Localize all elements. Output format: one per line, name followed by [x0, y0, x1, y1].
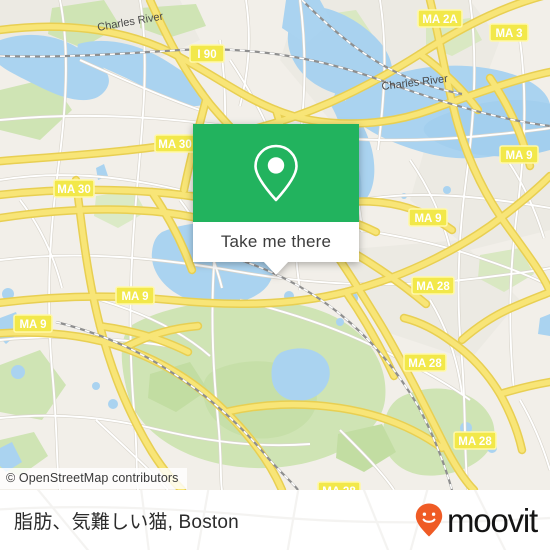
location-pin-icon	[254, 144, 298, 202]
svg-text:MA 9: MA 9	[505, 150, 532, 162]
route-shield: MA 9	[115, 286, 155, 305]
svg-text:MA 30: MA 30	[57, 184, 90, 196]
route-shield: MA 28	[317, 481, 361, 490]
location-title: 脂肪、気難しい猫, Boston	[14, 511, 239, 533]
moovit-smiley-pin-icon	[415, 503, 443, 537]
svg-text:MA 28: MA 28	[458, 436, 492, 448]
svg-text:MA 28: MA 28	[416, 281, 450, 293]
osm-attribution: © OpenStreetMap contributors	[0, 468, 187, 489]
svg-text:MA 9: MA 9	[19, 319, 46, 331]
route-shield: MA 9	[13, 314, 53, 333]
route-shield: MA 2A	[417, 9, 463, 28]
callout-icon-area	[193, 124, 359, 222]
callout-action-area[interactable]: Take me there	[193, 222, 359, 262]
route-shield: MA 3	[489, 23, 529, 42]
route-shield: MA 9	[499, 145, 539, 164]
take-me-there-callout[interactable]: Take me there	[193, 124, 359, 275]
svg-text:MA 30: MA 30	[158, 139, 191, 151]
take-me-there-label: Take me there	[220, 232, 332, 251]
svg-text:I 90: I 90	[197, 49, 216, 61]
svg-text:MA 9: MA 9	[414, 213, 441, 225]
route-shield: MA 30	[154, 134, 196, 153]
route-shield: MA 28	[453, 431, 497, 450]
moovit-brand[interactable]: moovit	[414, 490, 538, 550]
svg-text:MA 28: MA 28	[408, 358, 442, 370]
svg-text:MA 9: MA 9	[121, 291, 148, 303]
route-shield: MA 30	[53, 179, 95, 198]
footer-bar: 脂肪、気難しい猫, Boston moovit	[0, 490, 550, 550]
route-shield: MA 28	[411, 276, 455, 295]
route-shield: I 90	[189, 44, 225, 63]
route-shield: MA 9	[408, 208, 448, 227]
svg-text:MA 3: MA 3	[495, 28, 522, 40]
moovit-wordmark: moovit	[447, 501, 538, 539]
moovit-map-screenshot: Charles River Charles River MA 2A MA 3 I…	[0, 0, 550, 550]
callout-tail	[263, 261, 289, 275]
route-shield: MA 28	[403, 353, 447, 372]
svg-text:MA 2A: MA 2A	[422, 14, 457, 26]
